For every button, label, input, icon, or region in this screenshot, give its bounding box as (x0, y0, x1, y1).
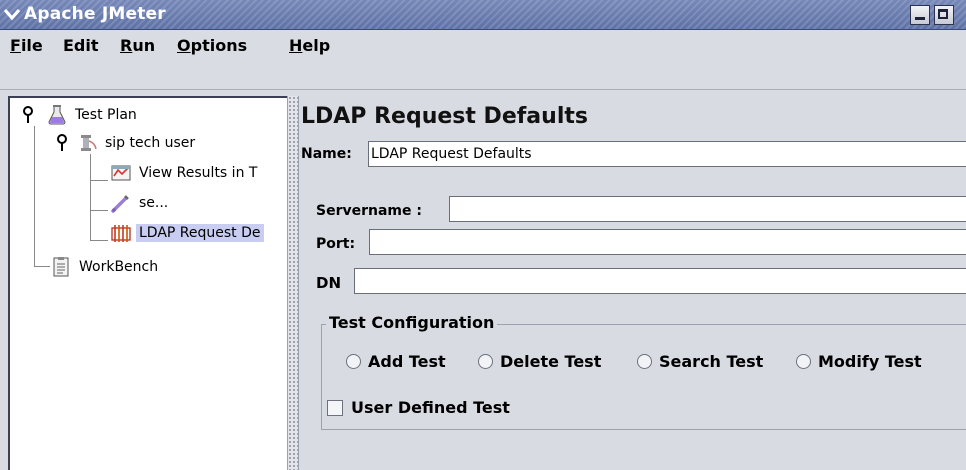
expand-handle-icon[interactable] (56, 134, 68, 152)
tree-node-label: View Results in T (139, 165, 258, 181)
test-configuration-legend: Test Configuration (326, 313, 498, 332)
tree-connector (90, 240, 108, 241)
radio-label: Delete Test (500, 352, 602, 371)
port-field[interactable] (369, 229, 966, 255)
tree-node-sampler[interactable]: se... (110, 192, 171, 214)
add-test-radio[interactable]: Add Test (346, 352, 446, 371)
tree-node-workbench[interactable]: WorkBench (50, 256, 161, 278)
test-plan-tree[interactable]: Test Plan sip tech user View Results in … (8, 96, 287, 470)
menu-mnemonic: H (289, 36, 303, 55)
name-label: Name: (301, 146, 352, 162)
tree-node-label: LDAP Request De (136, 224, 264, 242)
radio-label: Modify Test (818, 352, 922, 371)
tree-node-label: sip tech user (105, 135, 196, 151)
menu-label: un (132, 36, 156, 55)
tree-node-label: WorkBench (79, 259, 159, 275)
radio-icon (478, 354, 493, 369)
window-title: Apache JMeter (24, 4, 166, 24)
workbench-icon (50, 256, 72, 278)
results-icon (110, 162, 132, 184)
tree-connector (90, 154, 91, 240)
menu-run[interactable]: Run (116, 35, 159, 57)
radio-label: Add Test (368, 352, 446, 371)
tree-node-thread-group[interactable]: sip tech user (76, 132, 198, 154)
menu-label: Edit (63, 36, 99, 55)
minimize-icon[interactable] (910, 5, 930, 25)
name-field[interactable]: LDAP Request Defaults (368, 141, 966, 167)
tree-node-label: se... (139, 195, 169, 211)
menu-label: ile (20, 36, 43, 55)
page-title: LDAP Request Defaults (301, 104, 588, 129)
menu-bar: File Edit Run Options Help (0, 30, 966, 90)
checkbox-icon (327, 399, 343, 416)
modify-test-radio[interactable]: Modify Test (796, 352, 922, 371)
radio-icon (346, 354, 361, 369)
radio-icon (796, 354, 811, 369)
menu-label: ptions (190, 36, 248, 55)
search-test-radio[interactable]: Search Test (637, 352, 763, 371)
tree-connector (90, 180, 108, 181)
user-defined-test-checkbox[interactable]: User Defined Test (327, 398, 510, 417)
menu-edit[interactable]: Edit (59, 35, 103, 57)
pane-splitter[interactable] (287, 96, 299, 470)
sampler-icon (110, 192, 132, 214)
radio-label: Search Test (659, 352, 764, 371)
expand-handle-icon[interactable] (22, 106, 34, 124)
menu-mnemonic: R (120, 36, 133, 55)
checkbox-label: User Defined Test (351, 398, 510, 417)
tree-node-ldap-defaults[interactable]: LDAP Request De (110, 222, 264, 244)
thread-group-icon (76, 132, 98, 154)
menu-mnemonic: F (10, 36, 21, 55)
chevron-down-icon[interactable] (2, 4, 22, 24)
maximize-icon[interactable] (934, 5, 954, 25)
flask-icon (46, 104, 68, 126)
servername-label: Servername : (316, 203, 422, 219)
tree-connector (34, 126, 35, 266)
tree-node-view-results[interactable]: View Results in T (110, 162, 260, 184)
menu-label: elp (302, 36, 331, 55)
menu-mnemonic: O (177, 36, 191, 55)
menu-options[interactable]: Options (173, 35, 251, 57)
title-bar: Apache JMeter (0, 0, 966, 30)
servername-field[interactable] (449, 196, 966, 222)
tree-connector (90, 210, 108, 211)
config-element-icon (110, 222, 132, 244)
radio-icon (637, 354, 652, 369)
menu-help[interactable]: Help (285, 35, 334, 57)
tree-node-test-plan[interactable]: Test Plan (46, 104, 140, 126)
menu-file[interactable]: File (6, 35, 47, 57)
delete-test-radio[interactable]: Delete Test (478, 352, 601, 371)
port-label: Port: (316, 236, 356, 252)
tree-node-label: Test Plan (75, 107, 137, 123)
tree-connector (34, 266, 50, 267)
dn-label: DN (316, 274, 342, 292)
dn-field[interactable] (354, 268, 966, 294)
